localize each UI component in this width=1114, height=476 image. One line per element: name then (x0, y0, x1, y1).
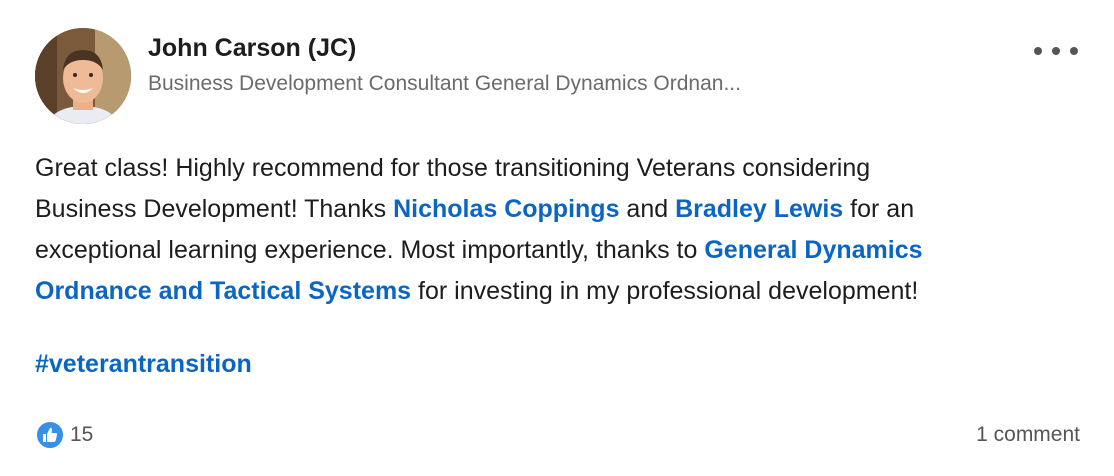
post-text-segment: exceptional learning experience. Most im… (35, 236, 705, 264)
post-text-segment: for an (843, 195, 915, 223)
author-name[interactable]: John Carson (JC) (148, 34, 356, 63)
like-icon (35, 420, 65, 450)
mention-link[interactable]: Nicholas Coppings (393, 195, 619, 223)
post-text-segment: for investing in my professional develop… (411, 277, 919, 305)
more-options-button[interactable] (1032, 38, 1080, 64)
post-text-line: exceptional learning experience. Most im… (35, 230, 1085, 271)
reactions-summary[interactable]: 15 (35, 420, 93, 450)
more-dot-icon (1070, 47, 1078, 55)
avatar-photo (35, 28, 131, 124)
post-text-line: Business Development! Thanks Nicholas Co… (35, 189, 1085, 230)
post-text-line: Ordnance and Tactical Systems for invest… (35, 271, 1085, 312)
reaction-count: 15 (70, 423, 94, 446)
author-avatar[interactable] (35, 28, 131, 124)
more-dot-icon (1034, 47, 1042, 55)
post-text-line: Great class! Highly recommend for those … (35, 148, 1085, 189)
hashtag-link[interactable]: #veterantransition (35, 350, 252, 379)
post-text-segment: Business Development! Thanks (35, 195, 394, 223)
feed-post: John Carson (JC) Business Development Co… (0, 0, 1114, 476)
comments-count-link[interactable]: 1 comment (976, 423, 1080, 447)
more-dot-icon (1052, 47, 1060, 55)
mention-link[interactable]: Bradley Lewis (675, 195, 843, 223)
post-text: Great class! Highly recommend for those … (35, 148, 1085, 312)
author-headline: Business Development Consultant General … (148, 72, 741, 95)
post-text-segment: and (619, 195, 676, 223)
mention-link[interactable]: General Dynamics (704, 236, 922, 264)
mention-link[interactable]: Ordnance and Tactical Systems (35, 277, 411, 305)
post-text-segment: Great class! Highly recommend for those … (35, 154, 871, 182)
